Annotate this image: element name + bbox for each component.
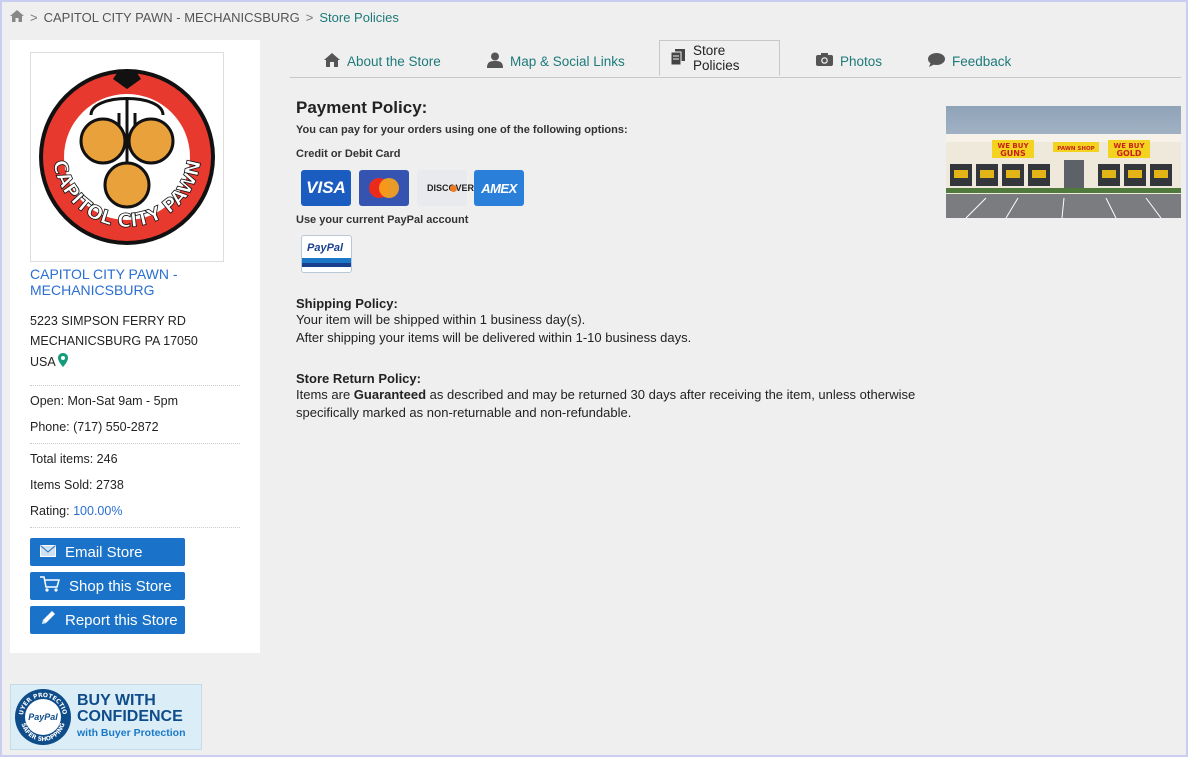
mastercard-card-icon (359, 170, 409, 206)
store-rating: Rating: 100.00% (30, 504, 122, 518)
shipping-policy: Shipping Policy: Your item will be shipp… (296, 296, 936, 347)
shipping-line-2: After shipping your items will be delive… (296, 330, 692, 345)
return-line-1-rest: as described and may be returned 30 days… (426, 387, 916, 402)
buyer-protection-badge[interactable]: BUYER PROTECTION SAFER SHOPPING PayPal B… (10, 684, 202, 750)
tab-about[interactable]: About the Store (324, 46, 441, 76)
report-store-label: Report this Store (65, 611, 178, 629)
address-country: USA (30, 353, 68, 370)
divider (30, 385, 240, 386)
payment-policy-heading: Payment Policy: (296, 98, 428, 117)
card-label: Credit or Debit Card (296, 148, 401, 160)
document-icon (670, 48, 686, 68)
shopping-cart-icon (40, 576, 60, 596)
shop-store-label: Shop this Store (69, 577, 172, 595)
badge-line-1: BUY WITH (77, 692, 156, 709)
camera-icon (816, 53, 833, 69)
home-icon (324, 52, 340, 70)
tab-feedback[interactable]: Feedback (928, 46, 1011, 76)
store-tabs: About the Store Map & Social Links Store… (290, 40, 1181, 78)
return-policy: Store Return Policy: Items are Guarantee… (296, 371, 936, 422)
tab-photos[interactable]: Photos (816, 46, 882, 76)
divider (30, 527, 240, 528)
return-guaranteed: Guaranteed (353, 387, 427, 402)
tab-label: Store Policies (693, 43, 740, 73)
tab-store-policies[interactable]: Store Policies (659, 40, 780, 76)
store-policies-content: Payment Policy: You can pay for your ord… (296, 98, 936, 160)
shipping-line-1: Your item will be shipped within 1 busin… (296, 312, 586, 327)
discover-card-icon: DISCOVER (417, 170, 474, 206)
shipping-policy-heading: Shipping Policy: (296, 296, 398, 311)
visa-label: VISA (306, 178, 346, 197)
visa-card-icon: VISA (301, 170, 351, 206)
items-sold: Items Sold: 2738 (30, 478, 124, 492)
breadcrumb-separator: > (305, 10, 314, 25)
address-line-2: MECHANICSBURG PA 17050 (30, 334, 198, 348)
store-sidebar: CAPITOL CITY PAWN CAPITOL CITY PAWN - ME… (10, 40, 260, 653)
breadcrumb-current[interactable]: Store Policies (319, 10, 398, 25)
country-label: USA (30, 354, 56, 369)
return-prefix: Items are (296, 387, 354, 402)
return-line-1: Items are Guaranteed as described and ma… (296, 386, 936, 404)
amex-card-icon: AMEX (474, 170, 524, 206)
tab-label: Photos (840, 53, 883, 69)
map-pin-icon[interactable] (57, 353, 68, 370)
sign-guns-bottom: GUNS (1000, 149, 1026, 158)
paypal-stripe (302, 263, 351, 267)
divider (30, 443, 240, 444)
breadcrumb-store-link[interactable]: CAPITOL CITY PAWN - MECHANICSBURG (44, 10, 300, 25)
rating-label: Rating: (30, 504, 70, 518)
speech-bubble-icon (928, 52, 945, 70)
store-front-photo[interactable]: WE BUY GUNS PAWN SHOP WE BUY GOLD (946, 106, 1181, 219)
store-name-line[interactable]: MECHANICSBURG (30, 282, 230, 298)
return-policy-heading: Store Return Policy: (296, 371, 421, 386)
amex-label: AMEX (481, 180, 517, 196)
email-store-button[interactable]: Email Store (30, 538, 185, 566)
payment-intro: You can pay for your orders using one of… (296, 124, 628, 136)
home-icon[interactable] (10, 10, 24, 25)
tab-label: Feedback (952, 53, 1012, 69)
breadcrumb: > CAPITOL CITY PAWN - MECHANICSBURG > St… (10, 10, 399, 25)
shop-store-button[interactable]: Shop this Store (30, 572, 185, 600)
store-logo: CAPITOL CITY PAWN (30, 52, 224, 262)
store-name-link[interactable]: CAPITOL CITY PAWN - MECHANICSBURG (30, 266, 230, 298)
breadcrumb-separator: > (30, 10, 38, 25)
store-name-line[interactable]: CAPITOL CITY PAWN - (30, 266, 230, 282)
rating-value-link[interactable]: 100.00% (73, 504, 122, 518)
sign-pawn-shop: PAWN SHOP (1057, 146, 1094, 152)
paypal-seal-icon: BUYER PROTECTION SAFER SHOPPING PayPal (15, 689, 71, 745)
sign-gold-bottom: GOLD (1116, 149, 1141, 158)
person-icon (487, 52, 503, 71)
badge-headline: BUY WITH CONFIDENCE (77, 693, 183, 725)
total-items: Total items: 246 (30, 452, 118, 466)
tab-map-social[interactable]: Map & Social Links (487, 46, 625, 76)
paypal-label: Use your current PayPal account (296, 214, 469, 226)
paypal-logo-text: PayPal (307, 242, 344, 254)
return-line-2: specifically marked as non-returnable an… (296, 405, 632, 420)
address-line-1: 5223 SIMPSON FERRY RD (30, 314, 186, 328)
tab-label: Map & Social Links (510, 53, 625, 69)
badge-line-2: CONFIDENCE (77, 708, 183, 725)
store-hours: Open: Mon-Sat 9am - 5pm (30, 394, 178, 408)
store-phone: Phone: (717) 550-2872 (30, 420, 159, 434)
envelope-icon (40, 544, 56, 561)
report-store-button[interactable]: Report this Store (30, 606, 185, 634)
tab-label: About the Store (347, 53, 441, 69)
badge-line-3: with Buyer Protection (77, 727, 186, 739)
seal-center-text: PayPal (25, 699, 61, 735)
email-store-label: Email Store (65, 543, 143, 561)
paypal-logo-icon: PayPal (301, 235, 352, 273)
discover-dot (450, 185, 457, 192)
pencil-icon (40, 610, 56, 630)
